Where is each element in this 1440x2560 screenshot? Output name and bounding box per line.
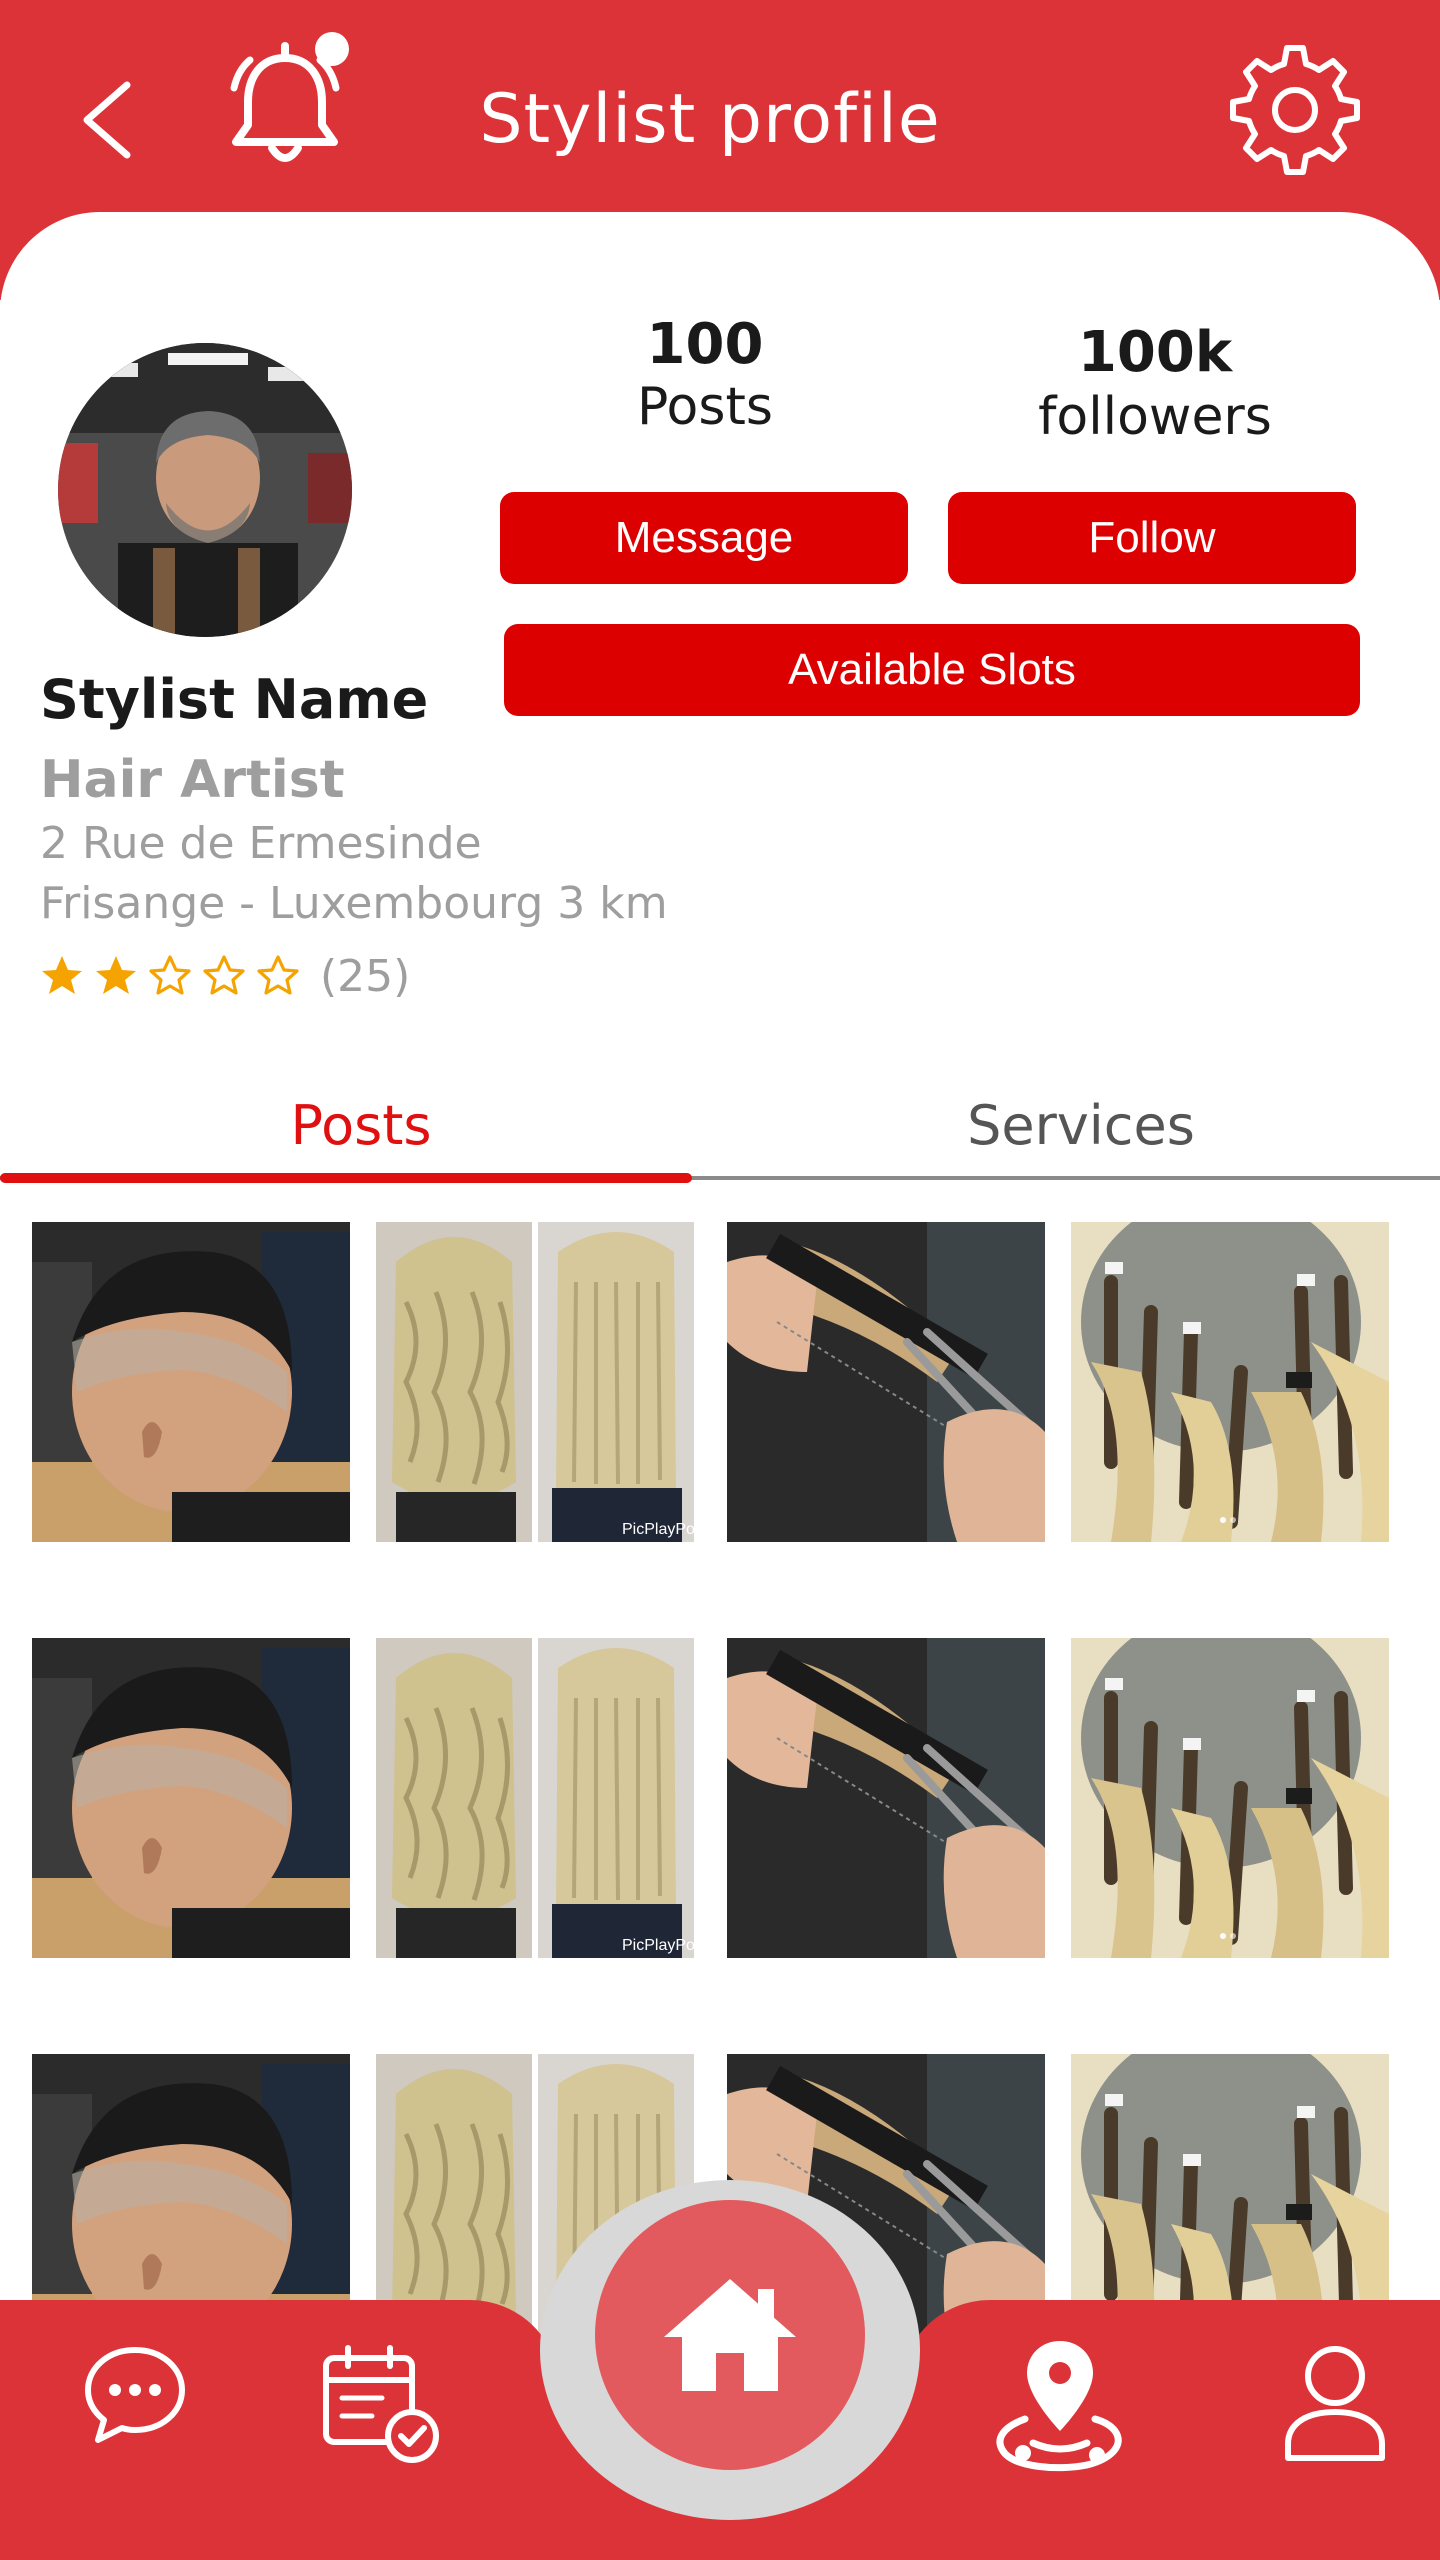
star-filled-icon	[96, 956, 136, 994]
home-button[interactable]	[595, 2200, 865, 2470]
watermark-text: PicPlayPost	[622, 1937, 694, 1954]
watermark-text: PicPlayPost	[622, 1521, 694, 1538]
followers-label: followers	[1038, 387, 1272, 447]
user-icon	[1285, 2346, 1385, 2461]
post-thumbnail-hair-extensions-mannequin[interactable]	[1071, 1638, 1389, 1958]
stylist-name: Stylist Name	[40, 668, 429, 731]
post-thumbnail-scissors-comb-cutting[interactable]	[727, 1222, 1045, 1542]
post-thumbnail-before-after-blonde-waves[interactable]: PicPlayPost	[376, 1638, 694, 1958]
follow-button[interactable]: Follow	[948, 492, 1356, 584]
nav-profile-button[interactable]	[1280, 2340, 1390, 2470]
followers-stat[interactable]: 100k followers	[1000, 320, 1310, 447]
available-slots-button[interactable]: Available Slots	[504, 624, 1360, 716]
address-line-1: 2 Rue de Ermesinde	[40, 818, 482, 869]
star-rating: (25)	[38, 948, 410, 1004]
page-title: Stylist profile	[479, 80, 941, 159]
stylist-role: Hair Artist	[40, 750, 345, 810]
chat-icon	[85, 2347, 185, 2443]
avatar-photo	[58, 343, 352, 637]
tab-services[interactable]: Services	[722, 1080, 1440, 1170]
post-thumbnail-fade-haircut[interactable]	[32, 1222, 350, 1542]
address-line-2: Frisange - Luxembourg 3 km	[40, 878, 668, 929]
rating-count: (25)	[320, 950, 411, 1002]
post-image	[1071, 1222, 1389, 1542]
post-thumbnail-hair-extensions-mannequin[interactable]	[1071, 1222, 1389, 1542]
calendar-check-icon	[323, 2345, 439, 2463]
post-thumbnail-fade-haircut[interactable]	[32, 1638, 350, 1958]
star-filled-icon	[42, 956, 82, 994]
location-pin-icon	[996, 2341, 1122, 2472]
post-image	[727, 1638, 1045, 1958]
tab-posts[interactable]: Posts	[0, 1080, 722, 1170]
star-outline-icon	[203, 955, 245, 995]
settings-button[interactable]	[1225, 40, 1365, 180]
star-outline-icon	[149, 955, 191, 995]
post-image: PicPlayPost	[376, 1222, 694, 1542]
followers-count: 100k	[1077, 320, 1233, 385]
post-image	[32, 1638, 350, 1958]
home-icon	[664, 2279, 796, 2391]
post-image	[727, 1222, 1045, 1542]
back-arrow-icon	[83, 81, 131, 159]
star-outline-icon	[257, 955, 299, 995]
posts-count: 100	[646, 312, 764, 377]
stylist-avatar[interactable]	[58, 343, 352, 637]
post-thumbnail-before-after-blonde-waves[interactable]: PicPlayPost	[376, 1222, 694, 1542]
posts-stat[interactable]: 100 Posts	[560, 312, 850, 437]
message-button[interactable]: Message	[500, 492, 908, 584]
nav-chat-button[interactable]	[80, 2340, 190, 2455]
gear-icon	[1230, 45, 1360, 175]
notification-badge	[315, 32, 349, 66]
nav-bookings-button[interactable]	[318, 2340, 443, 2470]
back-button[interactable]	[70, 75, 140, 165]
post-image	[1071, 1638, 1389, 1958]
post-image: PicPlayPost	[376, 1638, 694, 1958]
nav-nearby-button[interactable]	[985, 2335, 1135, 2480]
posts-label: Posts	[637, 377, 773, 437]
post-image	[32, 1222, 350, 1542]
post-thumbnail-scissors-comb-cutting[interactable]	[727, 1638, 1045, 1958]
active-tab-indicator	[0, 1173, 692, 1183]
